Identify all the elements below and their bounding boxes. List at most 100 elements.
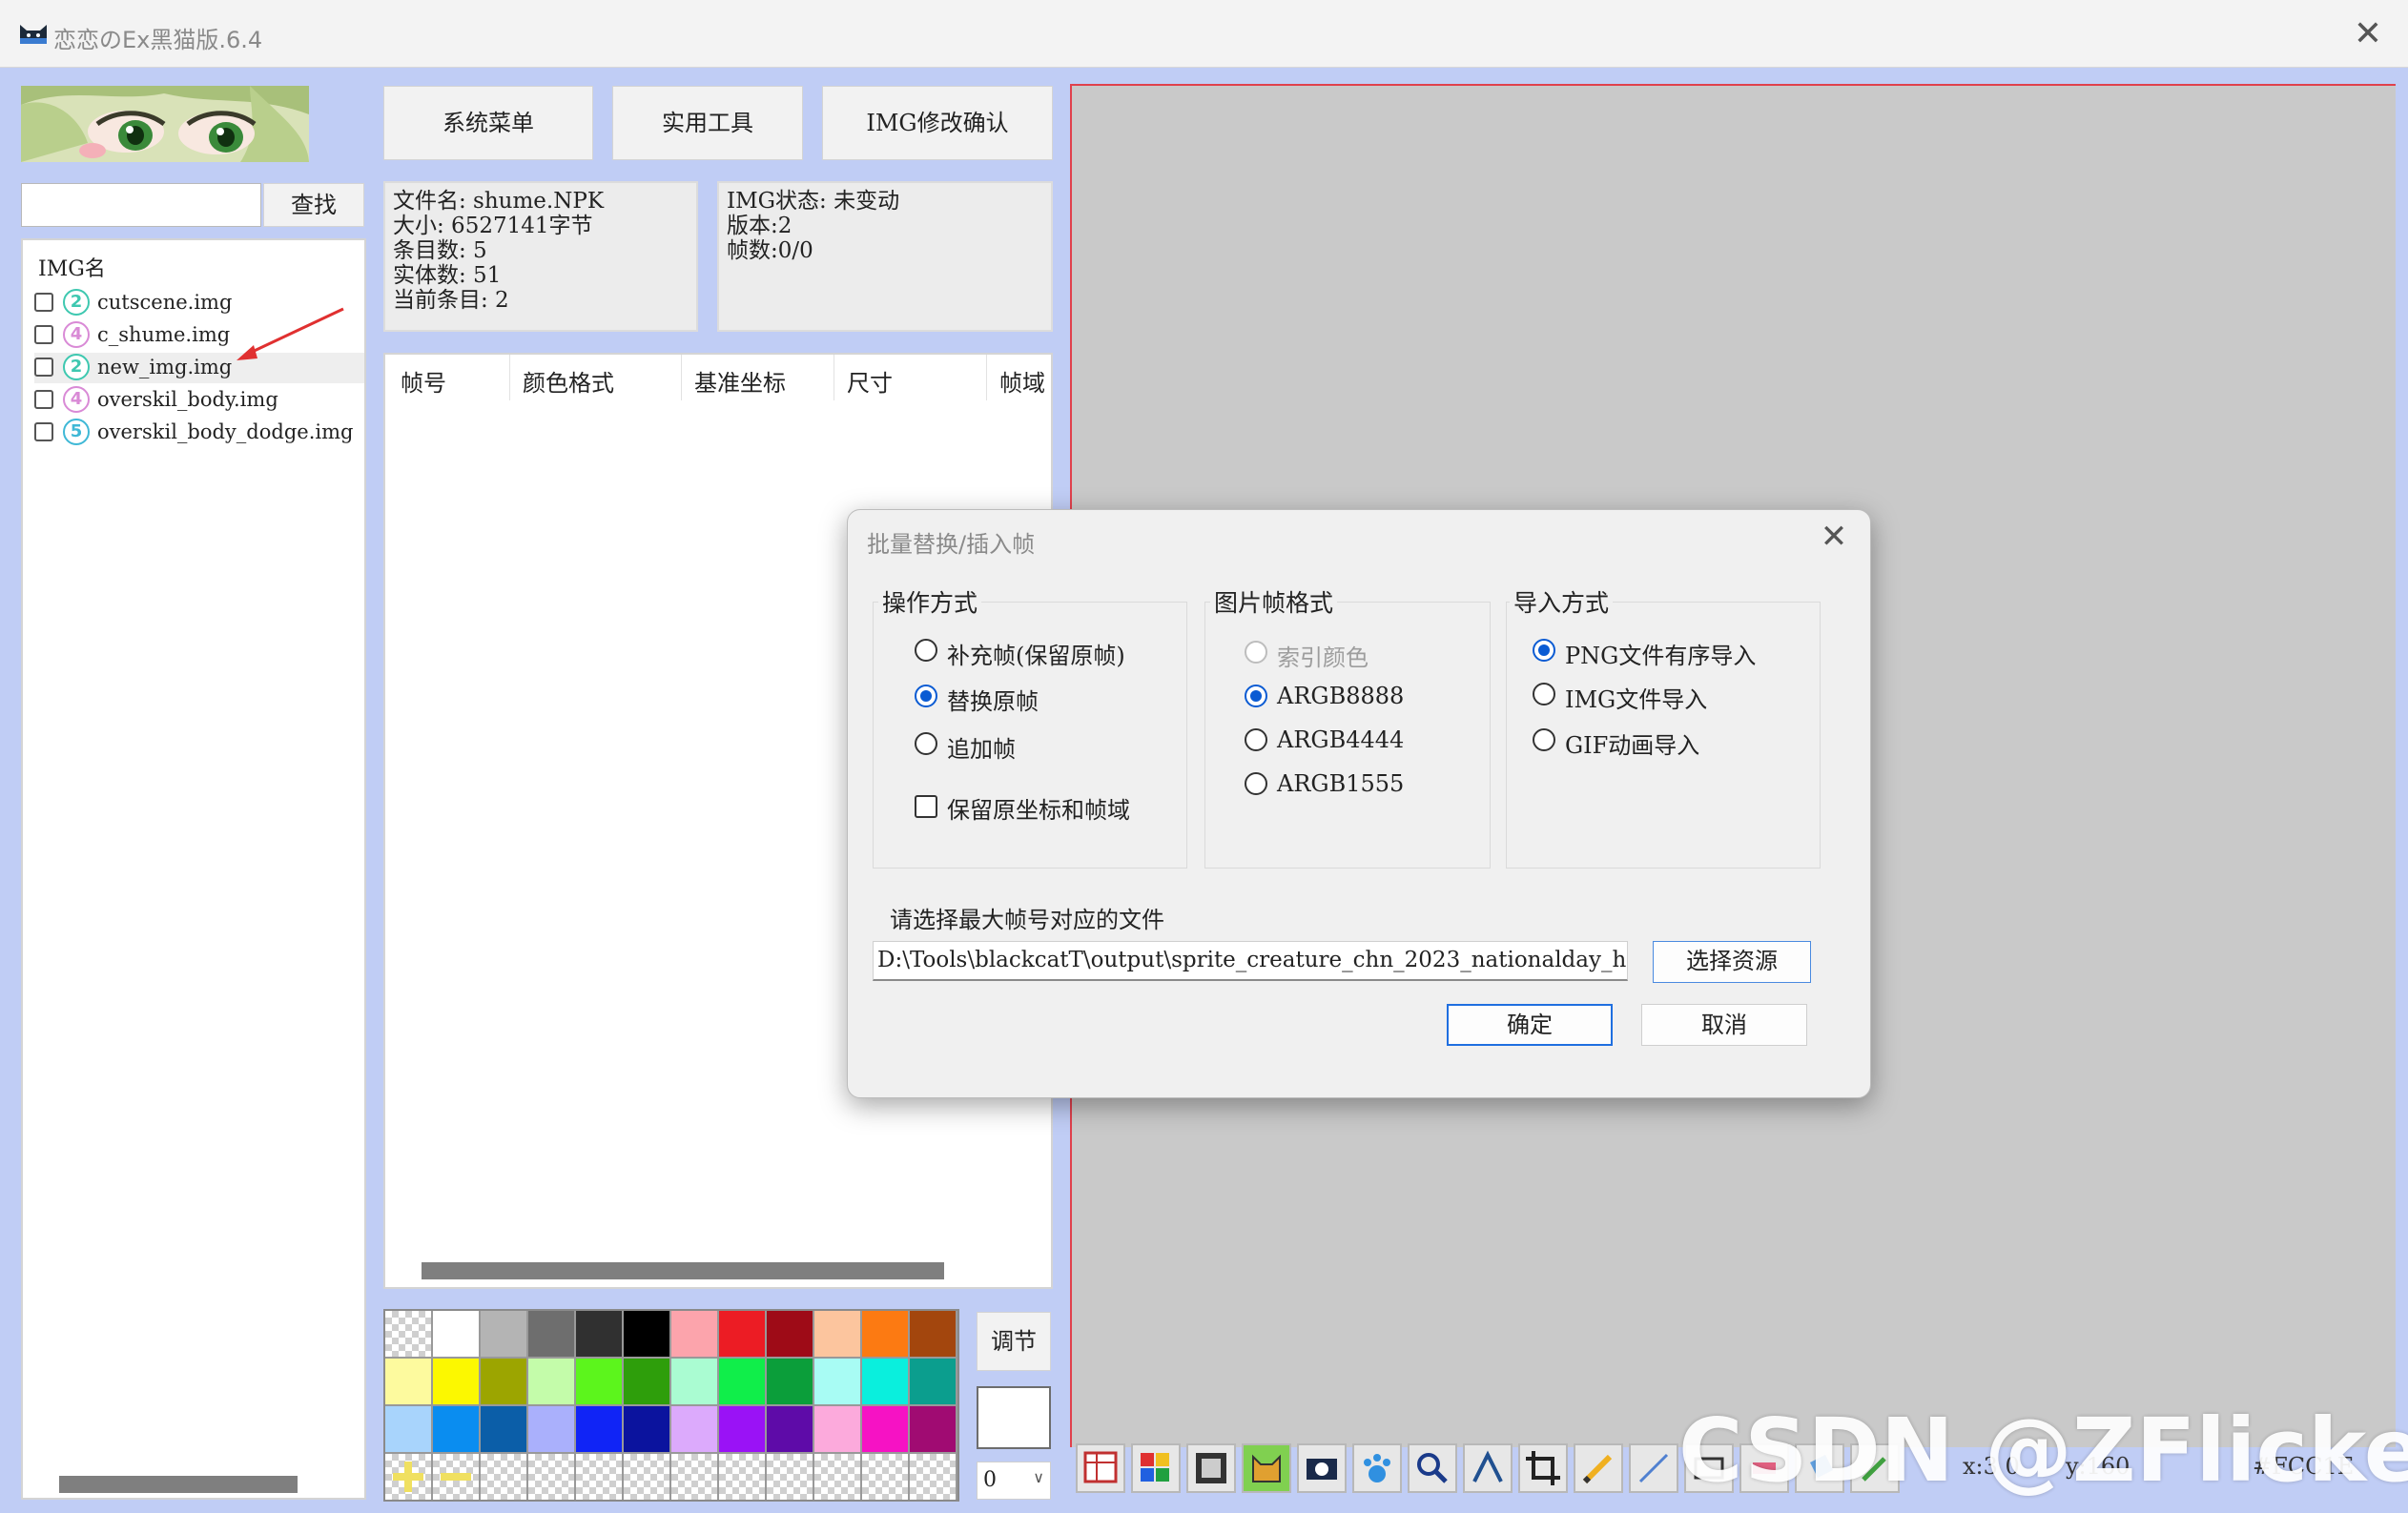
zoom-select[interactable]: 0 ∨ <box>977 1462 1051 1500</box>
color-swatch[interactable] <box>862 1406 908 1452</box>
color-swatch[interactable] <box>433 1359 479 1404</box>
color-swatch[interactable] <box>671 1359 717 1404</box>
checkbox[interactable] <box>34 390 53 409</box>
transparent-swatch[interactable] <box>671 1454 717 1500</box>
horizontal-scrollbar[interactable] <box>422 1262 944 1279</box>
anchor-icon[interactable] <box>1463 1443 1513 1493</box>
transparent-swatch[interactable] <box>385 1311 431 1357</box>
color-swatch[interactable] <box>767 1359 813 1404</box>
checkbox[interactable] <box>915 795 937 818</box>
color-swatch[interactable] <box>576 1406 622 1452</box>
color-swatch[interactable] <box>767 1311 813 1357</box>
cat-icon[interactable] <box>1242 1443 1291 1493</box>
column-header-frame-no[interactable]: 帧号 <box>401 364 446 398</box>
color-swatch[interactable] <box>910 1406 956 1452</box>
column-header-base-coord[interactable]: 基准坐标 <box>694 364 786 398</box>
ok-button[interactable]: 确定 <box>1447 1004 1613 1046</box>
crop-icon[interactable] <box>1518 1443 1568 1493</box>
color-swatch[interactable] <box>719 1311 765 1357</box>
color-swatch[interactable] <box>385 1359 431 1404</box>
img-confirm-button[interactable]: IMG修改确认 <box>822 86 1053 160</box>
color-swatch[interactable] <box>433 1406 479 1452</box>
color-swatch[interactable] <box>624 1406 669 1452</box>
radio-button[interactable] <box>1533 728 1555 751</box>
column-header-size[interactable]: 尺寸 <box>847 364 893 398</box>
color-swatch[interactable] <box>671 1406 717 1452</box>
frame-table-icon[interactable] <box>1076 1443 1125 1493</box>
color-swatch[interactable] <box>576 1311 622 1357</box>
checkbox[interactable] <box>34 325 53 344</box>
checkbox[interactable] <box>34 293 53 312</box>
transparent-swatch[interactable] <box>862 1454 908 1500</box>
transparent-swatch[interactable] <box>719 1454 765 1500</box>
radio-button[interactable] <box>915 732 937 755</box>
color-swatch[interactable] <box>528 1406 574 1452</box>
radio-button[interactable] <box>1245 772 1267 795</box>
radio-button-selected[interactable] <box>1245 685 1267 707</box>
color-swatch[interactable] <box>862 1359 908 1404</box>
color-swatch[interactable] <box>814 1359 860 1404</box>
list-item[interactable]: 4 overskil_body.img <box>34 385 364 416</box>
img-list[interactable]: IMG名 2 cutscene.img 4 c_shume.img 2 new_… <box>21 238 366 1500</box>
color-swatch[interactable] <box>910 1311 956 1357</box>
checkbox[interactable] <box>34 358 53 377</box>
line-icon[interactable] <box>1629 1443 1678 1493</box>
adjust-button[interactable]: 调节 <box>977 1312 1051 1371</box>
browse-resource-button[interactable]: 选择资源 <box>1653 941 1811 983</box>
horizontal-scrollbar[interactable] <box>59 1476 298 1493</box>
color-swatch[interactable] <box>576 1359 622 1404</box>
transparent-swatch[interactable] <box>481 1454 526 1500</box>
column-header-color-format[interactable]: 颜色格式 <box>523 364 614 398</box>
pencil-icon[interactable] <box>1574 1443 1623 1493</box>
column-header-frame-area[interactable]: 帧域 <box>999 364 1045 398</box>
list-item[interactable]: 5 overskil_body_dodge.img <box>34 418 364 448</box>
cancel-button[interactable]: 取消 <box>1641 1004 1807 1046</box>
film-frame-icon[interactable] <box>1186 1443 1236 1493</box>
magnifier-icon[interactable] <box>1408 1443 1457 1493</box>
file-path-input[interactable]: D:\Tools\blackcatT\output\sprite_creatur… <box>873 941 1628 981</box>
radio-button[interactable] <box>915 639 937 662</box>
color-swatch[interactable] <box>481 1311 526 1357</box>
checkbox[interactable] <box>34 422 53 441</box>
file-info-panel: 文件名: shume.NPK 大小: 6527141字节 条目数: 5 实体数:… <box>383 181 698 332</box>
radio-button-selected[interactable] <box>1533 639 1555 662</box>
camera-icon[interactable] <box>1297 1443 1347 1493</box>
color-swatch[interactable] <box>481 1359 526 1404</box>
color-swatch[interactable] <box>719 1406 765 1452</box>
color-swatch[interactable] <box>671 1311 717 1357</box>
transparent-swatch[interactable] <box>814 1454 860 1500</box>
color-swatch[interactable] <box>385 1406 431 1452</box>
transparent-swatch[interactable] <box>576 1454 622 1500</box>
color-swatch[interactable] <box>624 1359 669 1404</box>
dialog-close-icon[interactable]: ✕ <box>1815 518 1853 556</box>
color-swatch[interactable] <box>433 1311 479 1357</box>
window-close-icon[interactable]: ✕ <box>2349 15 2387 53</box>
grid-color-icon[interactable] <box>1131 1443 1181 1493</box>
color-swatch[interactable] <box>767 1406 813 1452</box>
radio-button[interactable] <box>1245 728 1267 751</box>
tools-button[interactable]: 实用工具 <box>612 86 803 160</box>
search-input[interactable] <box>21 183 261 227</box>
radio-button[interactable] <box>1533 683 1555 705</box>
color-swatch[interactable] <box>719 1359 765 1404</box>
remove-color-icon[interactable] <box>433 1454 479 1500</box>
color-swatch[interactable] <box>862 1311 908 1357</box>
transparent-swatch[interactable] <box>910 1454 956 1500</box>
transparent-swatch[interactable] <box>624 1454 669 1500</box>
radio-button-selected[interactable] <box>915 685 937 707</box>
add-color-icon[interactable] <box>385 1454 431 1500</box>
paw-icon[interactable] <box>1352 1443 1402 1493</box>
color-swatch[interactable] <box>814 1311 860 1357</box>
color-swatch[interactable] <box>528 1311 574 1357</box>
search-button[interactable]: 查找 <box>263 183 364 227</box>
color-swatch[interactable] <box>624 1311 669 1357</box>
color-swatch[interactable] <box>910 1359 956 1404</box>
color-swatch[interactable] <box>814 1406 860 1452</box>
system-menu-button[interactable]: 系统菜单 <box>383 86 593 160</box>
color-palette[interactable] <box>383 1309 959 1502</box>
current-color-preview[interactable] <box>977 1386 1051 1449</box>
transparent-swatch[interactable] <box>767 1454 813 1500</box>
color-swatch[interactable] <box>481 1406 526 1452</box>
color-swatch[interactable] <box>528 1359 574 1404</box>
transparent-swatch[interactable] <box>528 1454 574 1500</box>
